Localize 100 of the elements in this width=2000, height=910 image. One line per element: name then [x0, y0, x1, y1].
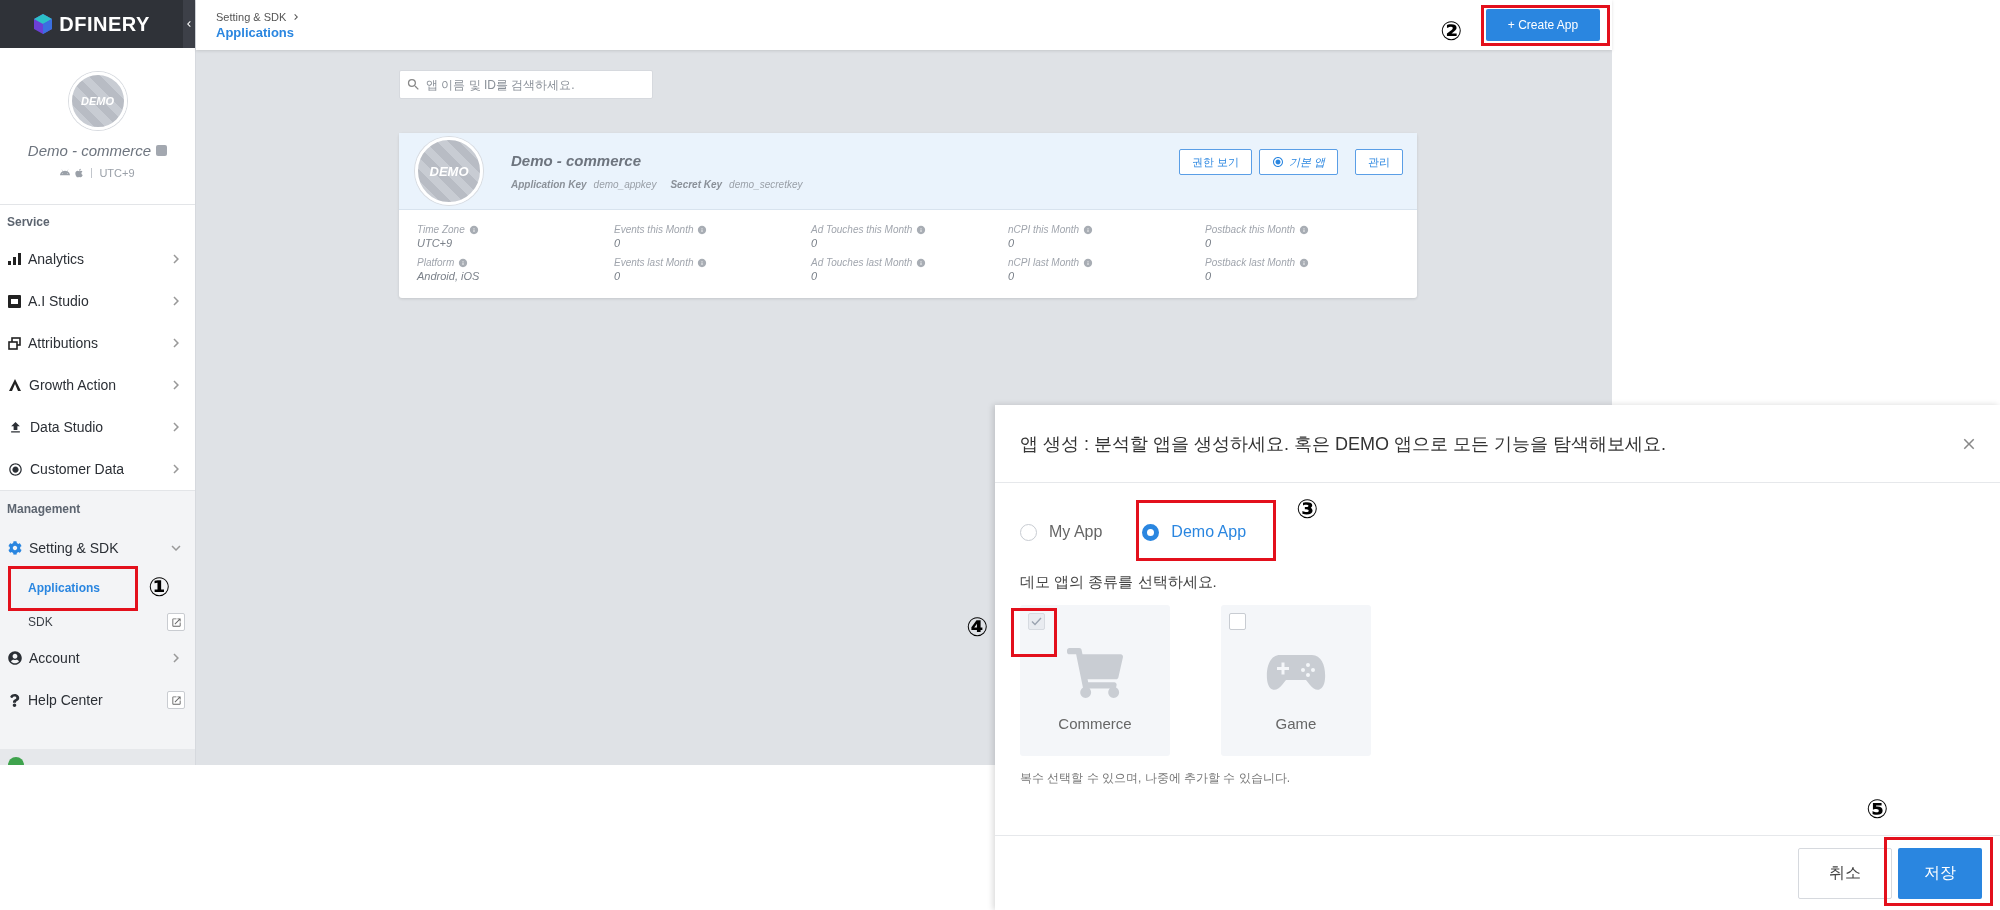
- sidebar-subitem[interactable]: SDK: [28, 615, 53, 629]
- sidebar-item[interactable]: Help Center: [0, 679, 195, 721]
- avatar-text: DEMO: [429, 163, 469, 179]
- info-icon: [1083, 224, 1094, 235]
- help-icon: [8, 693, 21, 707]
- create-app-button[interactable]: + Create App: [1486, 9, 1600, 41]
- sidebar-item[interactable]: A.I Studio: [0, 280, 195, 322]
- stat-label: Ad Touches last Month: [811, 257, 913, 268]
- cart-icon: [1067, 645, 1123, 701]
- stat-value: 0: [1205, 270, 1213, 282]
- stat-value: 0: [1205, 237, 1213, 249]
- radio-option[interactable]: My App: [1020, 523, 1103, 541]
- external-link-button[interactable]: [167, 613, 185, 631]
- key-label: Application Key: [511, 179, 587, 190]
- hint-text: 복수 선택할 수 있으며, 나중에 추가할 수 있습니다.: [1020, 770, 1291, 787]
- page-title: Applications: [216, 24, 295, 40]
- stat-label: Ad Touches this Month: [811, 224, 913, 235]
- radio-icon: [1271, 156, 1284, 168]
- stat-value: 0: [614, 270, 622, 282]
- info-icon: [916, 257, 927, 268]
- info-icon: [697, 224, 708, 235]
- key-label: Secret Key: [670, 179, 723, 190]
- android-icon: [60, 168, 71, 178]
- step-number: ③: [1296, 496, 1318, 522]
- checkbox[interactable]: [1229, 613, 1246, 630]
- stat-label: Postback this Month: [1205, 224, 1296, 235]
- check-icon: [1031, 617, 1042, 626]
- stat-label: Platform: [417, 257, 455, 268]
- dialog-title: 앱 생성 : 분석할 앱을 생성하세요. 혹은 DEMO 앱으로 모든 기능을 탐색해보세요.: [1020, 432, 1666, 456]
- checkbox[interactable]: [1028, 613, 1045, 630]
- user-icon: [8, 651, 22, 665]
- stat-value: Android, iOS: [417, 270, 481, 282]
- info-icon: [916, 224, 927, 235]
- section-title: Service: [6, 213, 51, 231]
- info-icon: [697, 257, 708, 268]
- card-button[interactable]: 기본 앱: [1258, 149, 1338, 175]
- key-value: demo_appkey: [593, 179, 657, 190]
- card-button[interactable]: 권한 보기: [1178, 149, 1252, 175]
- stat-value: UTC+9: [417, 237, 454, 249]
- bar-chart-icon: [8, 253, 21, 265]
- sidebar-item[interactable]: Attributions: [0, 322, 195, 364]
- stat-value: 0: [614, 237, 622, 249]
- external-link-button[interactable]: [167, 691, 185, 709]
- sidebar-item[interactable]: Analytics: [0, 238, 195, 280]
- step-number: ⑤: [1866, 796, 1888, 822]
- apple-icon: [74, 168, 85, 178]
- stat-value: 0: [811, 270, 819, 282]
- stat-label: Events this Month: [614, 224, 694, 235]
- external-link-icon: [170, 694, 182, 706]
- info-icon: [1299, 224, 1310, 235]
- info-icon: [458, 257, 469, 268]
- upload-icon: [8, 419, 23, 435]
- stat-label: Events last Month: [614, 257, 694, 268]
- app-name: Demo - commerce: [27, 142, 152, 159]
- radio-option[interactable]: Demo App: [1142, 523, 1247, 541]
- avatar-text: DEMO: [81, 95, 114, 107]
- gamepad-icon: [1266, 653, 1326, 693]
- step-number: ②: [1440, 18, 1462, 44]
- dialog-subtitle: 데모 앱의 종류를 선택하세요.: [1020, 573, 1218, 592]
- info-icon: [468, 224, 479, 235]
- stat-label: nCPI this Month: [1008, 224, 1080, 235]
- breadcrumb-link[interactable]: Setting & SDK: [216, 10, 287, 23]
- type-label: Game: [1275, 715, 1317, 732]
- external-link-icon: [170, 616, 182, 628]
- section-title: Management: [6, 501, 82, 518]
- key-value: demo_secretkey: [729, 179, 803, 190]
- stacked-squares-icon: [8, 336, 21, 350]
- highlight-frame: [1011, 608, 1057, 657]
- step-number: ④: [966, 614, 988, 640]
- app-name: Demo - commerce: [511, 152, 643, 169]
- stat-value: 0: [811, 237, 819, 249]
- cube-logo-icon: [33, 13, 54, 35]
- gear-icon: [8, 541, 22, 555]
- timezone-label: UTC+9: [99, 167, 135, 179]
- search-icon: [406, 77, 421, 92]
- stat-value: 0: [1008, 237, 1016, 249]
- sidebar-item[interactable]: Customer Data: [0, 448, 195, 490]
- sidebar-item[interactable]: Data Studio: [0, 406, 195, 448]
- stat-label: nCPI last Month: [1008, 257, 1080, 268]
- stat-value: 0: [1008, 270, 1016, 282]
- type-card[interactable]: Game: [1221, 605, 1371, 756]
- save-button[interactable]: 저장: [1898, 847, 1982, 899]
- collapse-button[interactable]: [183, 0, 195, 48]
- square-chip-icon: [8, 294, 21, 308]
- sidebar-item[interactable]: Setting & SDK: [0, 527, 195, 569]
- stat-label: Postback last Month: [1205, 257, 1296, 268]
- sidebar-item[interactable]: Growth Action: [0, 364, 195, 406]
- peak-icon: [8, 378, 22, 392]
- search-field[interactable]: 앱 이름 및 ID를 검색하세요.: [399, 70, 653, 99]
- type-card[interactable]: Commerce: [1020, 605, 1170, 756]
- logo-text: DFINERY: [59, 12, 150, 36]
- dropdown-icon[interactable]: [156, 145, 168, 156]
- type-label: Commerce: [1058, 715, 1132, 732]
- sidebar-item[interactable]: Account: [0, 637, 195, 679]
- cancel-button[interactable]: 취소: [1798, 847, 1892, 899]
- step-number: ①: [148, 574, 170, 600]
- info-icon: [1083, 257, 1094, 268]
- stat-label: Time Zone: [417, 224, 465, 235]
- card-button[interactable]: 관리: [1355, 149, 1403, 175]
- info-icon: [1299, 257, 1310, 268]
